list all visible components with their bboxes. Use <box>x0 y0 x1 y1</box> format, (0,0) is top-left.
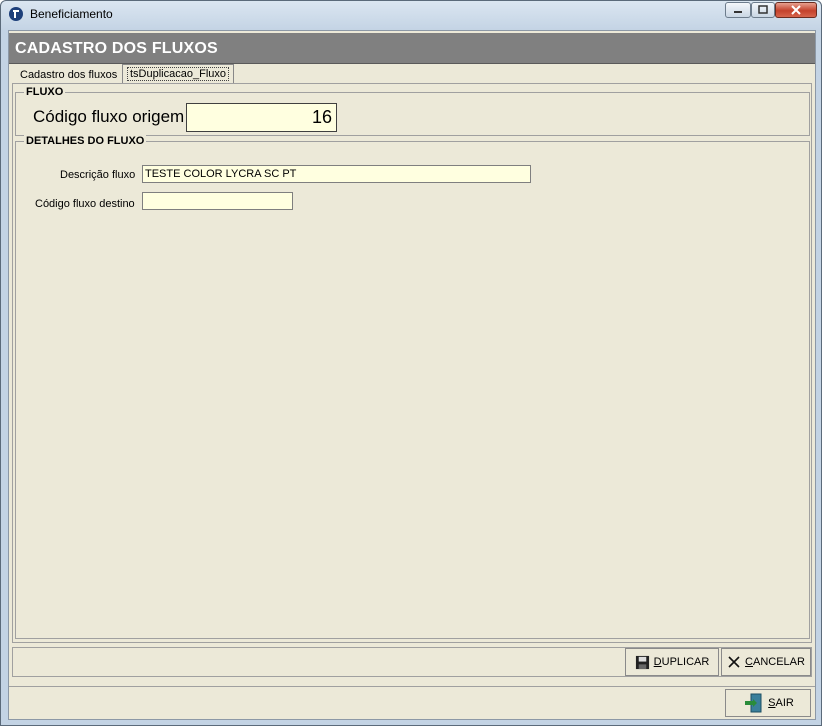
tab-panel-duplicacao: FLUXO Código fluxo origem 16 DETALHES DO… <box>12 83 812 643</box>
close-icon <box>791 5 801 15</box>
action-button-bar: DUPLICAR CANCELAR <box>12 647 812 677</box>
maximize-icon <box>758 5 768 14</box>
app-logo-icon <box>8 6 24 22</box>
codigo-fluxo-origem-label: Código fluxo origem <box>33 107 185 126</box>
fluxo-group-legend: FLUXO <box>24 86 66 98</box>
minimize-button[interactable] <box>725 2 751 18</box>
fluxo-group: FLUXO Código fluxo origem 16 <box>15 86 810 136</box>
cancelar-button[interactable]: CANCELAR <box>721 648 811 676</box>
tab-duplicacao-fluxo[interactable]: tsDuplicacao_Fluxo <box>122 64 234 83</box>
maximize-button[interactable] <box>751 2 775 18</box>
exit-door-icon <box>745 693 762 713</box>
minimize-icon <box>734 11 742 13</box>
title-bar[interactable]: Beneficiamento <box>1 1 821 27</box>
tab-cadastro-fluxos[interactable]: Cadastro dos fluxos <box>15 66 122 84</box>
sair-label: SAIR <box>768 697 794 709</box>
window-title: Beneficiamento <box>30 7 113 21</box>
duplicar-button[interactable]: DUPLICAR <box>625 648 719 676</box>
floppy-disk-icon <box>635 655 649 669</box>
bottom-bar: SAIR <box>9 686 815 719</box>
app-window: Beneficiamento CADASTRO DOS FLUXOS Cadas… <box>0 0 822 726</box>
close-window-button[interactable] <box>775 2 817 18</box>
sair-button[interactable]: SAIR <box>725 689 811 717</box>
detalhes-group-legend: DETALHES DO FLUXO <box>24 135 147 147</box>
duplicar-label: DUPLICAR <box>653 656 710 668</box>
descricao-fluxo-label: Descrição fluxo <box>60 169 136 181</box>
client-area: CADASTRO DOS FLUXOS Cadastro dos fluxos … <box>8 30 816 720</box>
detalhes-fluxo-group: DETALHES DO FLUXO Descrição fluxo TESTE … <box>15 135 810 639</box>
form-header: CADASTRO DOS FLUXOS <box>9 33 815 64</box>
descricao-fluxo-field[interactable]: TESTE COLOR LYCRA SC PT <box>142 165 531 183</box>
codigo-fluxo-origem-field[interactable]: 16 <box>186 103 337 132</box>
cancelar-label: CANCELAR <box>745 656 805 668</box>
form-title: CADASTRO DOS FLUXOS <box>15 40 218 57</box>
codigo-fluxo-destino-field[interactable] <box>142 192 293 210</box>
codigo-fluxo-destino-label: Código fluxo destino <box>35 198 135 210</box>
x-icon <box>728 656 740 668</box>
tab-duplicacao-label: tsDuplicacao_Fluxo <box>127 67 229 81</box>
